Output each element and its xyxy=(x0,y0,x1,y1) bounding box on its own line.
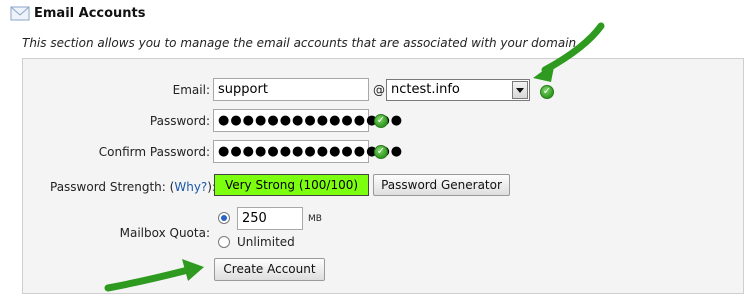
arrow-annotation-domain xyxy=(533,22,605,82)
password-strength-label: Password Strength: (Why?): xyxy=(50,180,217,194)
email-label: Email: xyxy=(172,83,210,97)
password-generator-button[interactable]: Password Generator xyxy=(373,174,510,196)
arrow-annotation-create xyxy=(104,259,204,292)
section-title: Email Accounts xyxy=(34,6,146,21)
check-icon-confirm: ✓ xyxy=(374,145,388,159)
mailbox-quota-label: Mailbox Quota: xyxy=(119,226,210,240)
domain-select[interactable]: nctest.info xyxy=(386,79,530,101)
confirm-password-label: Confirm Password: xyxy=(98,145,210,159)
section-description: This section allows you to manage the em… xyxy=(22,36,580,50)
quota-unit: MB xyxy=(308,214,322,224)
domain-select-value: nctest.info xyxy=(391,82,460,97)
create-account-button[interactable]: Create Account xyxy=(214,258,325,281)
password-input[interactable]: ●●●●●●●●●●●●●●● xyxy=(213,109,402,132)
password-label: Password: xyxy=(149,114,210,128)
email-input[interactable]: support xyxy=(213,78,369,101)
at-sign: @ xyxy=(373,83,385,97)
envelope-icon xyxy=(10,6,30,21)
quota-unlimited-label: Unlimited xyxy=(237,235,295,249)
quota-limited-radio[interactable] xyxy=(218,212,230,224)
check-icon-password: ✓ xyxy=(374,114,388,128)
confirm-password-input[interactable]: ●●●●●●●●●●●●●●● xyxy=(213,140,402,163)
why-link[interactable]: Why? xyxy=(174,180,207,194)
quota-unlimited-radio[interactable] xyxy=(218,236,230,248)
password-strength-meter: Very Strong (100/100) xyxy=(214,174,369,196)
quota-input[interactable]: 250 xyxy=(237,207,303,230)
